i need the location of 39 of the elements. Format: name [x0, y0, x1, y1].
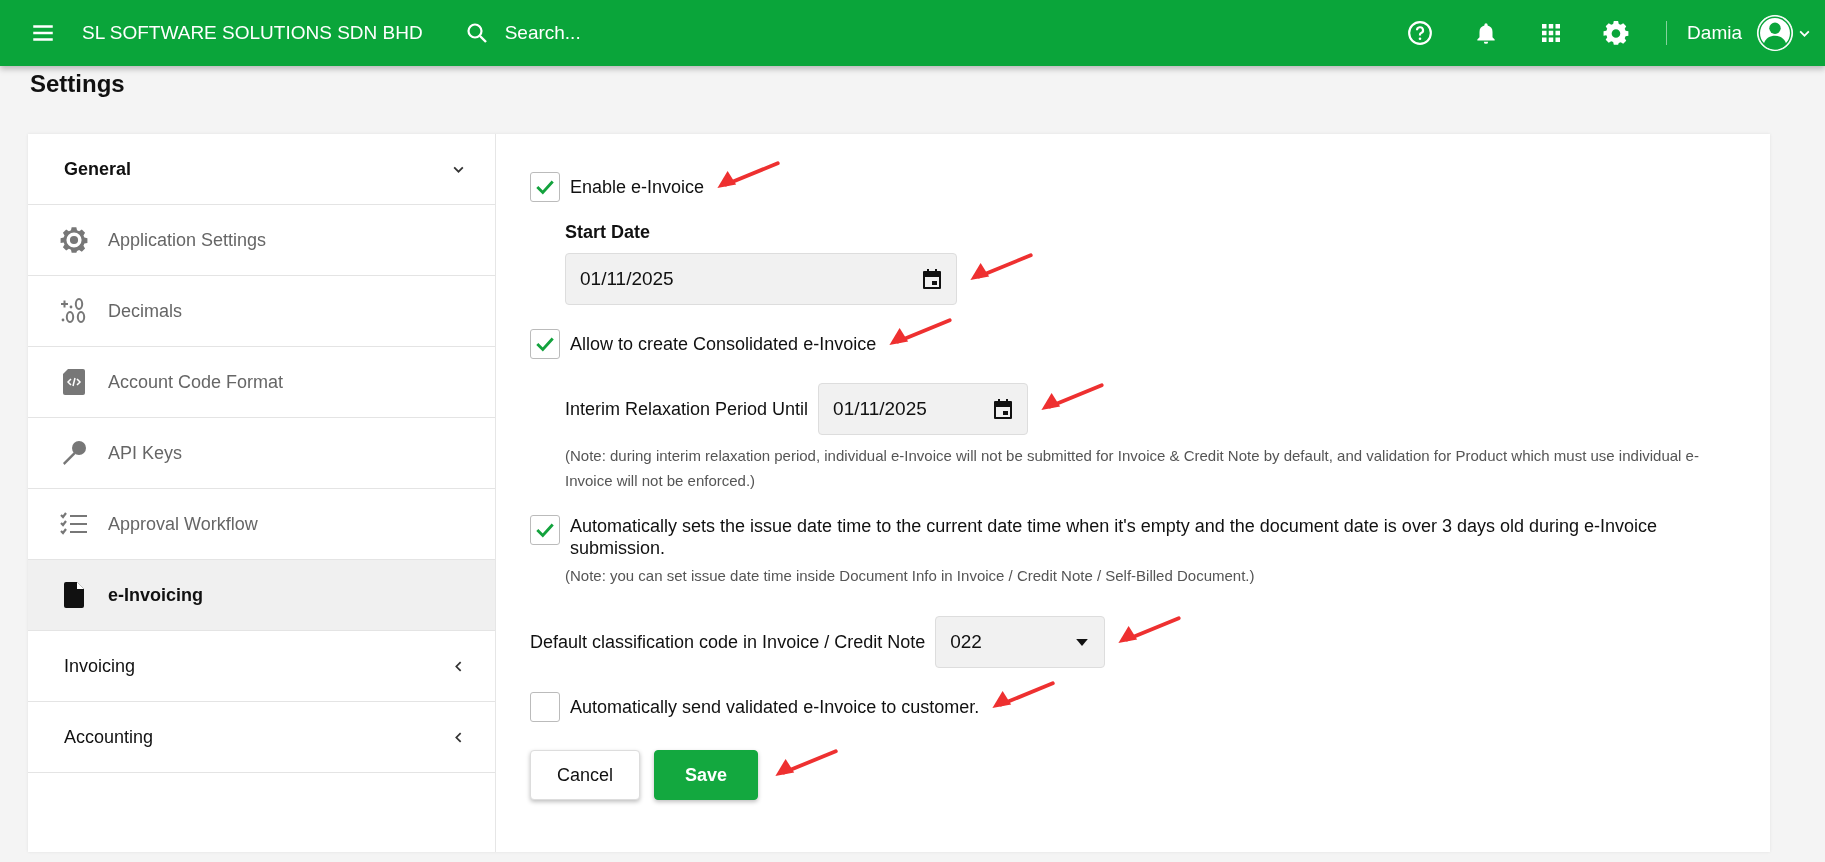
- checkbox[interactable]: [530, 172, 560, 202]
- code-file-icon: [62, 368, 86, 396]
- field-label: Start Date: [565, 222, 652, 243]
- checklist-icon: [60, 512, 88, 536]
- avatar-icon[interactable]: [1756, 14, 1794, 52]
- search-icon: [464, 21, 489, 45]
- company-name: SL SOFTWARE SOLUTIONS SDN BHD: [82, 22, 423, 44]
- checkbox[interactable]: [530, 515, 560, 545]
- decimals-icon: [60, 297, 88, 325]
- sidebar-item[interactable]: API Keys: [28, 418, 495, 489]
- settings-icon[interactable]: [1603, 19, 1631, 47]
- search-field[interactable]: Search...: [502, 21, 767, 45]
- field-label: Interim Relaxation Period Until: [565, 398, 809, 420]
- checkbox-label: Enable e-Invoice: [570, 176, 705, 198]
- classification-select[interactable]: 022: [935, 616, 1106, 668]
- sidebar-group[interactable]: Invoicing: [28, 631, 495, 702]
- page-title: Settings: [30, 70, 126, 99]
- cancel-button[interactable]: Cancel: [530, 750, 641, 800]
- calendar-icon: [920, 267, 944, 291]
- date-field[interactable]: 01/11/2025: [565, 253, 957, 305]
- document-icon: [64, 582, 84, 608]
- field-label: Default classification code in Invoice / Credit Note: [530, 631, 926, 653]
- date-field[interactable]: 01/11/2025: [818, 383, 1029, 435]
- help-icon[interactable]: [1407, 20, 1434, 46]
- checkbox[interactable]: [530, 329, 560, 359]
- checkbox-label: Allow to create Consolidated e-Invoice: [570, 333, 877, 355]
- sidebar-item[interactable]: e-Invoicing: [28, 560, 495, 631]
- note-text: (Note: during interim relaxation period, individual e-Invoice will not be submitted for Invoice & Credit Note by default, and validation for Product which must use individual e-Invoice will not be enforced.): [565, 446, 1700, 491]
- dropdown-caret-icon: [1076, 638, 1089, 646]
- sidebar-item[interactable]: Application Settings: [28, 205, 495, 276]
- sidebar-group[interactable]: Accounting: [28, 702, 495, 773]
- sidebar-item[interactable]: Decimals: [28, 276, 495, 347]
- checkbox-label: Automatically sets the issue date time to the current date time when it's empty and the document date is over 3 days old during e-Invoice submission.: [570, 515, 1658, 559]
- checkbox[interactable]: [530, 692, 560, 722]
- gear-icon: [60, 226, 88, 254]
- sidebar-item[interactable]: Account Code Format: [28, 347, 495, 418]
- checkbox-label: Automatically send validated e-Invoice to customer.: [570, 696, 980, 718]
- note-text: (Note: you can set issue date time inside Document Info in Invoice / Credit Note / Self-Billed Document.): [565, 566, 1256, 586]
- sidebar-group[interactable]: General: [28, 134, 495, 205]
